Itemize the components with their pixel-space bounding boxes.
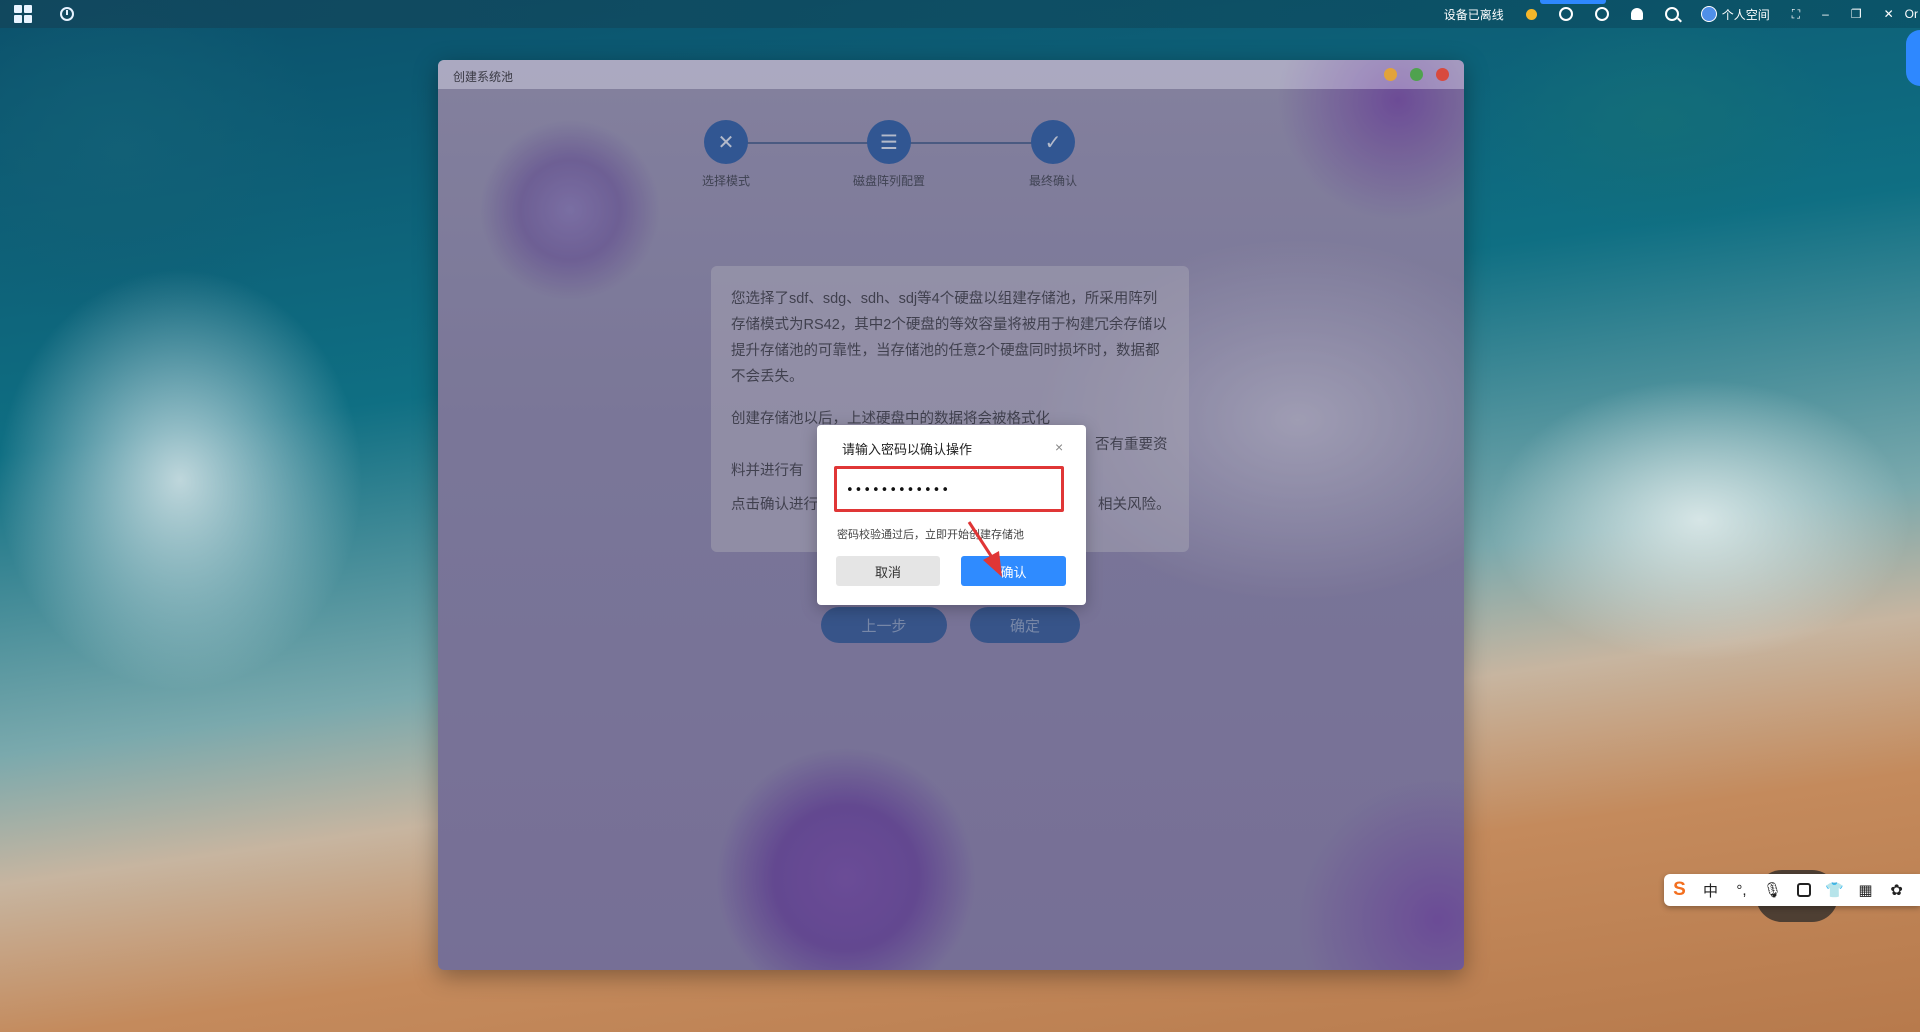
grid-icon[interactable]: ▦ xyxy=(1850,874,1881,906)
timer-icon[interactable] xyxy=(1548,0,1584,28)
password-dialog: 请输入密码以确认操作 × 密码校验通过后，立即开始创建存储池 取消 确认 xyxy=(817,425,1086,605)
restore-icon[interactable]: ❐ xyxy=(1840,0,1873,28)
window-title: 创建系统池 xyxy=(453,70,514,84)
password-highlight xyxy=(834,466,1064,512)
skin-icon[interactable]: ✿ xyxy=(1881,874,1912,906)
windows-logo-icon[interactable] xyxy=(14,5,32,23)
ime-punct-button[interactable]: °, xyxy=(1726,874,1757,906)
cancel-button[interactable]: 取消 xyxy=(836,556,940,586)
dialog-hint: 密码校验通过后，立即开始创建存储池 xyxy=(837,529,1024,541)
window-maximize-button[interactable] xyxy=(1410,68,1423,81)
fullscreen-icon[interactable]: ⛶ xyxy=(1781,0,1811,28)
close-icon[interactable]: × xyxy=(1055,439,1063,455)
close-icon[interactable]: ✕ xyxy=(1873,0,1905,28)
bell-icon[interactable] xyxy=(1620,0,1654,28)
search-icon[interactable] xyxy=(1654,0,1690,28)
window-titlebar[interactable]: 创建系统池 xyxy=(438,60,1464,89)
status-dot-icon xyxy=(1515,0,1548,28)
user-space-label: 个人空间 xyxy=(1721,7,1770,22)
ime-toolbar: S 中 °, 🎙 👕 ▦ ✿ xyxy=(1664,874,1920,906)
edge-text: Or xyxy=(1904,7,1918,21)
window-minimize-button[interactable] xyxy=(1384,68,1397,81)
clock-icon[interactable] xyxy=(60,7,74,21)
taskbar-indicator xyxy=(1540,0,1606,4)
device-status-text: 设备已离线 xyxy=(1443,7,1504,22)
top-taskbar: 设备已离线 个人空间 ⛶ – ❐ ✕ Or xyxy=(0,0,1920,28)
user-icon xyxy=(1700,6,1717,22)
password-input[interactable] xyxy=(846,481,1046,499)
sync-icon[interactable] xyxy=(1584,0,1620,28)
side-widget-tab[interactable] xyxy=(1906,30,1920,86)
user-space-button[interactable]: 个人空间 xyxy=(1690,0,1781,28)
minimize-icon[interactable]: – xyxy=(1811,0,1840,28)
shirt-icon[interactable]: 👕 xyxy=(1819,874,1850,906)
microphone-icon[interactable]: 🎙 xyxy=(1757,874,1788,906)
window-close-button[interactable] xyxy=(1436,68,1449,81)
ok-button[interactable]: 确认 xyxy=(961,556,1066,586)
keyboard-icon[interactable] xyxy=(1788,874,1819,906)
ime-mode-button[interactable]: 中 xyxy=(1695,874,1726,906)
ime-logo-icon[interactable]: S xyxy=(1664,874,1695,906)
dialog-title: 请输入密码以确认操作 xyxy=(842,442,973,457)
